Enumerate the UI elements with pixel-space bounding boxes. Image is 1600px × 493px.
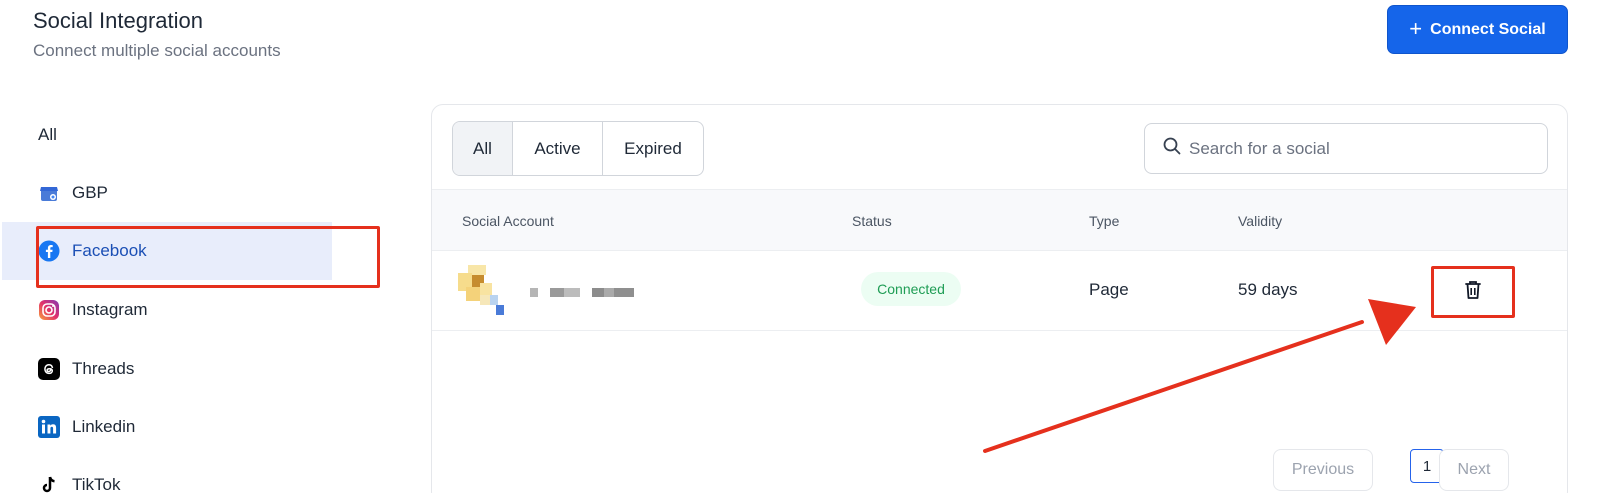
threads-icon (38, 358, 60, 380)
column-status: Status (852, 213, 892, 229)
sidebar-item-label: All (38, 125, 57, 144)
next-page-button[interactable]: Next (1439, 449, 1509, 491)
sidebar-item-label: Facebook (72, 241, 147, 260)
sidebar-item-instagram[interactable]: Instagram (2, 281, 332, 339)
column-social-account: Social Account (462, 213, 554, 229)
status-badge: Connected (861, 272, 961, 306)
page-subtitle: Connect multiple social accounts (33, 41, 281, 60)
linkedin-icon (38, 416, 60, 438)
connect-social-button[interactable]: + Connect Social (1387, 5, 1568, 54)
social-accounts-panel: All Active Expired Search for a social S… (431, 104, 1568, 493)
sidebar-item-label: Linkedin (72, 417, 136, 436)
sidebar-item-linkedin[interactable]: Linkedin (2, 398, 332, 456)
table-header: Social Account Status Type Validity (432, 189, 1567, 251)
account-type: Page (1089, 280, 1129, 299)
sidebar-item-facebook[interactable]: Facebook (2, 222, 332, 280)
column-validity: Validity (1238, 213, 1283, 229)
sidebar-item-gbp[interactable]: GBP (2, 164, 332, 222)
previous-page-button[interactable]: Previous (1273, 449, 1373, 491)
sidebar-item-label: GBP (72, 183, 108, 202)
delete-button[interactable] (1431, 266, 1515, 318)
page-title: Social Integration (33, 8, 203, 33)
connect-social-label: Connect Social (1430, 20, 1546, 38)
sidebar-item-tiktok[interactable]: TikTok (2, 456, 332, 493)
status-filter: All Active Expired (452, 121, 704, 176)
account-name-redacted (530, 286, 636, 304)
instagram-icon (38, 299, 60, 321)
account-avatar (458, 265, 512, 324)
sidebar-item-all[interactable]: All (2, 106, 332, 164)
facebook-icon (38, 240, 60, 262)
sidebar-item-label: Threads (72, 359, 135, 378)
column-type: Type (1089, 213, 1120, 229)
table-row[interactable]: Connected Page 59 days (432, 251, 1567, 331)
tiktok-icon (38, 474, 60, 493)
search-placeholder: Search for a social (1189, 138, 1330, 158)
gbp-icon (38, 182, 60, 204)
search-input[interactable]: Search for a social (1144, 123, 1548, 174)
sidebar-item-label: Instagram (72, 300, 148, 319)
account-validity: 59 days (1238, 280, 1298, 299)
tab-all[interactable]: All (453, 122, 513, 175)
trash-icon (1463, 279, 1483, 306)
sidebar-item-label: TikTok (72, 475, 121, 493)
sidebar-item-threads[interactable]: Threads (2, 340, 332, 398)
plus-icon: + (1409, 15, 1423, 41)
tab-expired[interactable]: Expired (603, 122, 703, 175)
search-icon (1163, 137, 1181, 160)
tab-active[interactable]: Active (513, 122, 603, 175)
